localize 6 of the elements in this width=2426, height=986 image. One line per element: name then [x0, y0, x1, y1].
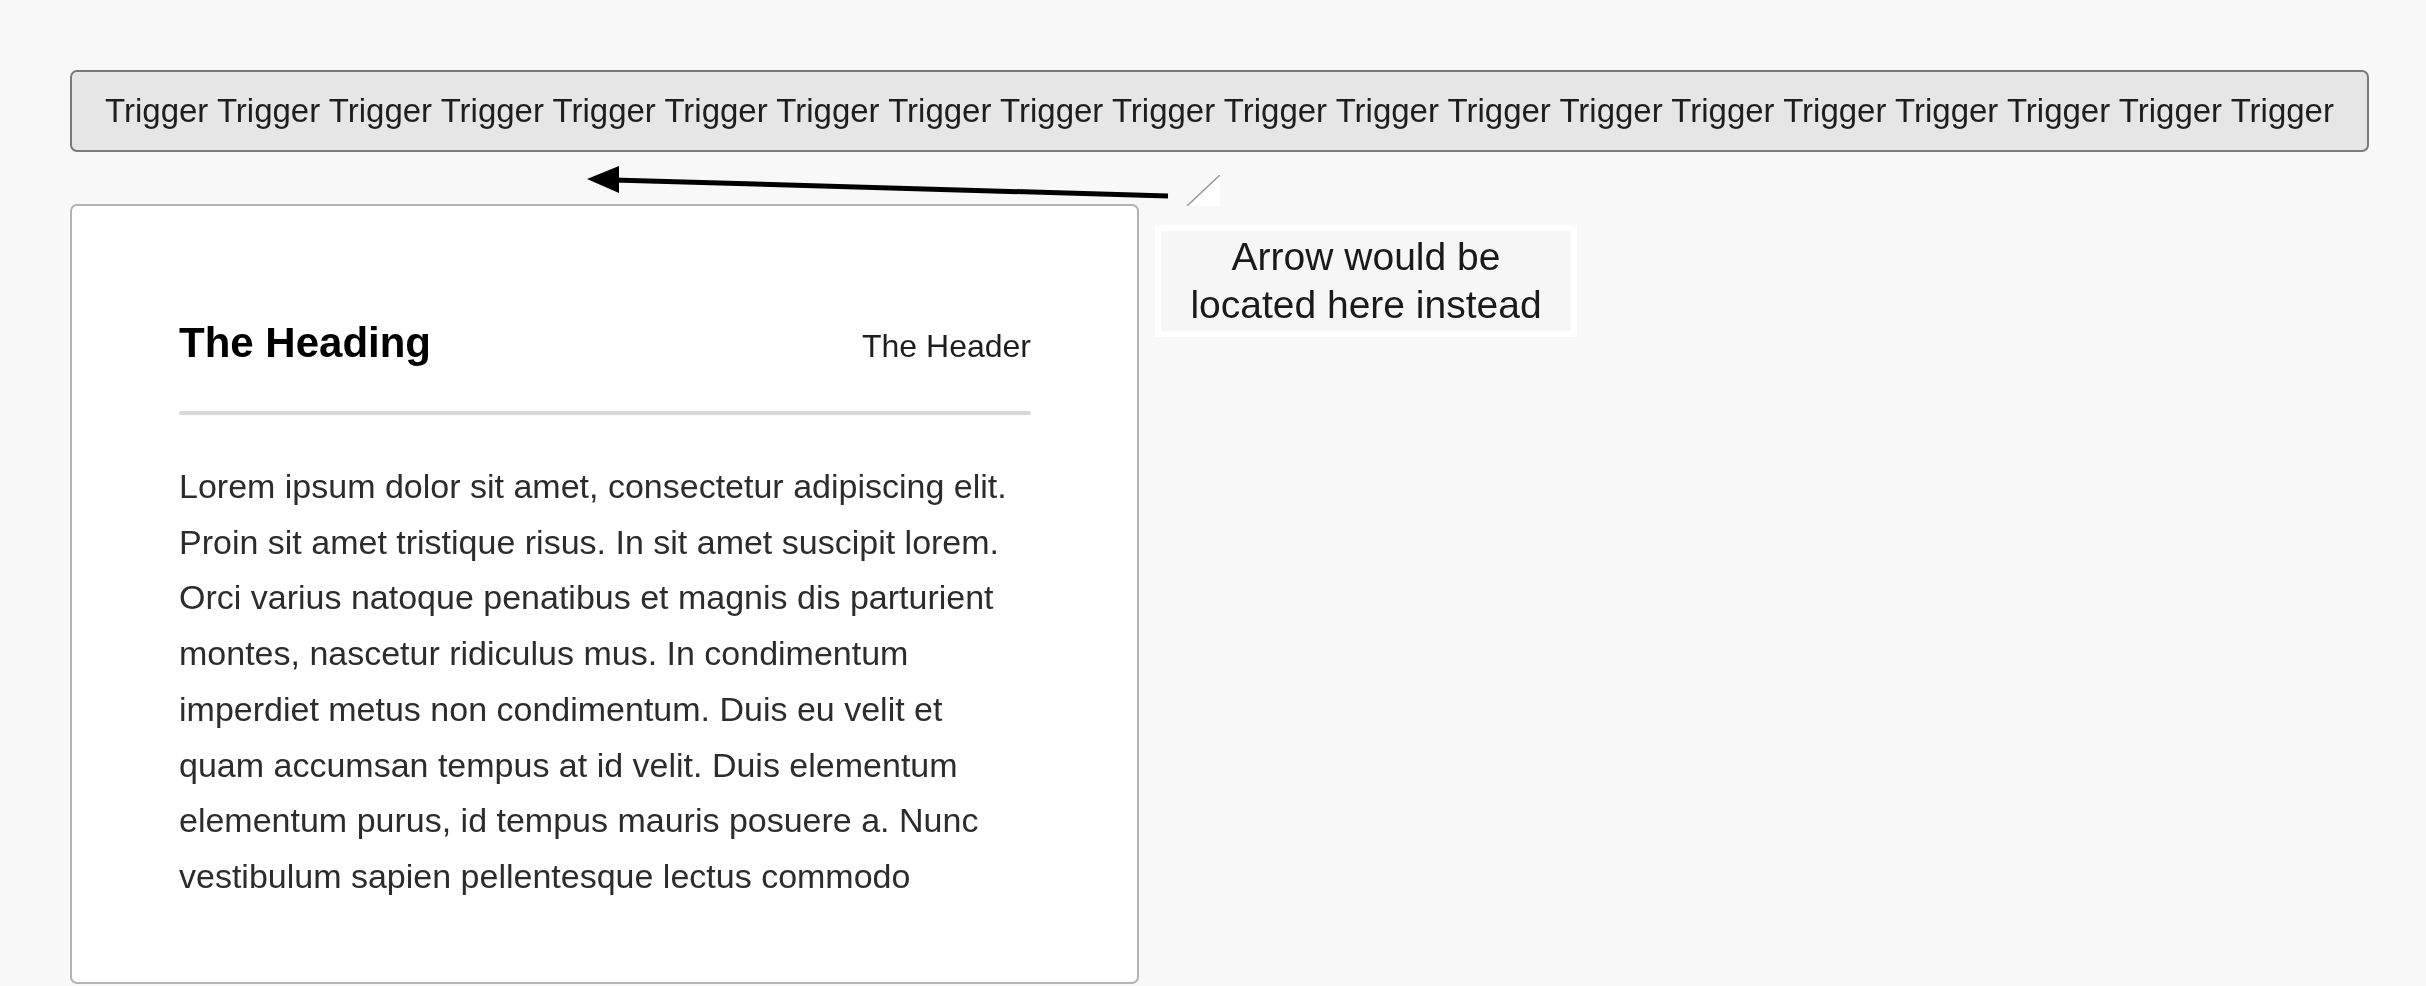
- body-text: Lorem ipsum dolor sit amet, consectetur adipiscing elit. Proin sit amet tristique risus. In sit amet suscipit lorem. Orci varius natoque penatibus et magnis dis parturient montes, nascetur ridiculus mus. In condimentum imperdiet metus non condimentum. Duis eu velit et quam accumsan tempus at id velit. Duis elementum elementum purus, id tempus mauris posuere a. Nunc vestibulum sapien pellentesque lectus commodo: [179, 466, 1008, 897]
- trigger-button[interactable]: Trigger Trigger Trigger Trigger Trigger Trigger Trigger Trigger Trigger Trigger Trigger Trigger Trigger Trigger Trigger Trigger Trigger Trigger Trigger Trigger: [70, 70, 2369, 152]
- annotation-note: Arrow would be located here instead: [1155, 225, 1577, 337]
- card-header-text: The Header: [862, 327, 1031, 366]
- card-heading: The Heading: [179, 318, 432, 368]
- diagonal-line-icon: [1187, 175, 1220, 206]
